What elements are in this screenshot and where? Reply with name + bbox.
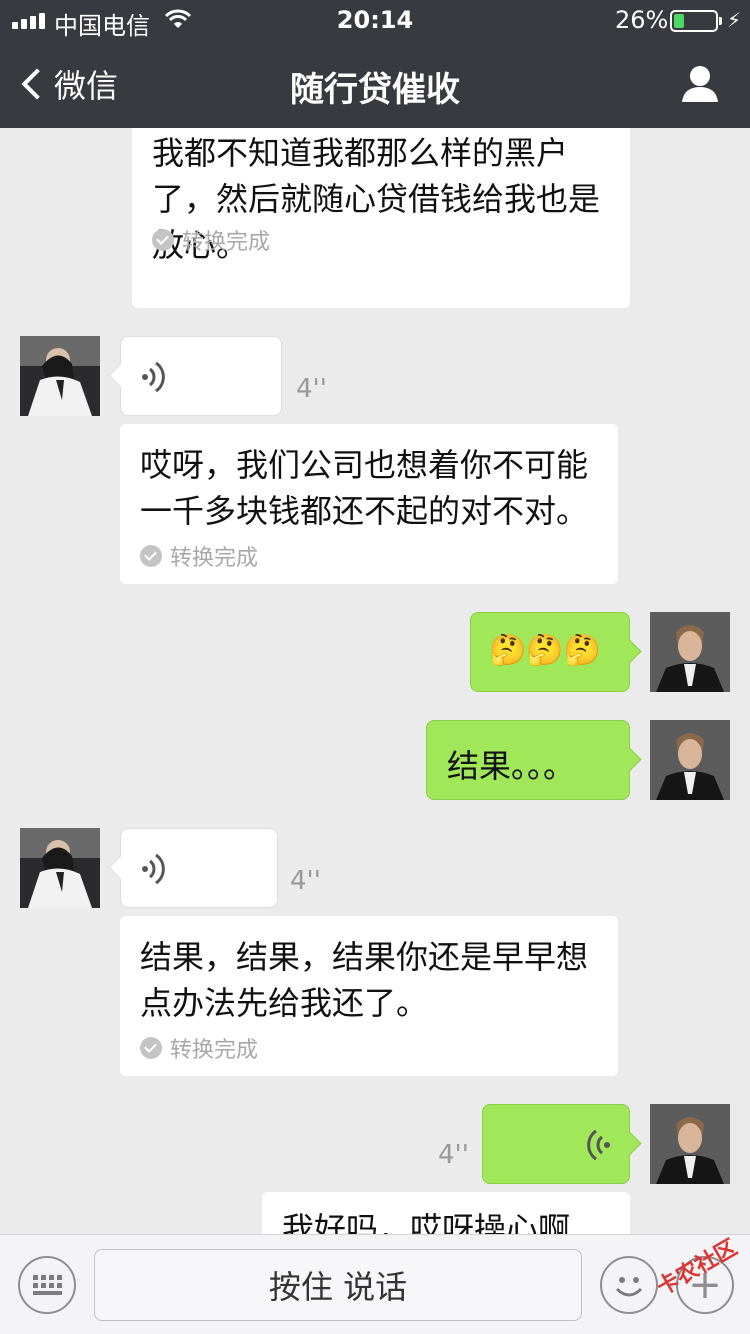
transcript-card[interactable]: 哎呀，我们公司也想着你不可能一千多块钱都还不起的对不对。 转换完成: [120, 424, 618, 584]
voice-duration: 4'': [290, 866, 321, 896]
emoji-text: 🤔🤔🤔: [489, 633, 602, 668]
person-icon: [682, 66, 718, 102]
voice-wave-icon: [139, 851, 169, 894]
transcript-card[interactable]: 我都不知道我都那么样的黑户了，然后就随心贷借钱给我也是放心。 转换完成: [132, 128, 630, 308]
voice-message[interactable]: [120, 336, 282, 416]
chevron-left-icon: [21, 68, 53, 100]
convert-status: 转换完成: [140, 1032, 258, 1064]
my-avatar[interactable]: [650, 612, 730, 692]
transcript-text: 哎呀，我们公司也想着你不可能一千多块钱都还不起的对不对。: [140, 446, 589, 530]
transcript-card[interactable]: 结果，结果，结果你还是早早想点办法先给我还了。 转换完成: [120, 916, 618, 1076]
voice-duration: 4'': [296, 374, 327, 404]
status-bar: 中国电信 20:14 26% ⚡: [0, 0, 750, 40]
check-circle-icon: [140, 1037, 162, 1059]
back-label: 微信: [54, 67, 119, 105]
voice-message[interactable]: [482, 1104, 630, 1184]
message-text: 结果。。。: [447, 747, 576, 785]
profile-button[interactable]: [680, 64, 720, 104]
convert-status: 转换完成: [140, 540, 258, 572]
my-avatar[interactable]: [650, 1104, 730, 1184]
keyboard-icon: [32, 1275, 62, 1295]
emoji-button[interactable]: [600, 1256, 658, 1314]
convert-status: 转换完成: [152, 224, 270, 256]
check-circle-icon: [152, 229, 174, 251]
emoji-message[interactable]: 🤔🤔🤔: [470, 612, 630, 692]
voice-wave-icon: [583, 1127, 613, 1170]
keyboard-button[interactable]: [18, 1256, 76, 1314]
voice-duration: 4'': [438, 1140, 469, 1170]
top-bar: 中国电信 20:14 26% ⚡ 微信 随行贷催收: [0, 0, 750, 128]
battery-icon: [670, 10, 722, 32]
transcript-card[interactable]: 我好吗，哎呀操心啊: [262, 1192, 630, 1234]
charging-icon: ⚡: [727, 8, 742, 32]
my-avatar[interactable]: [650, 720, 730, 800]
smiley-icon: [615, 1277, 643, 1297]
text-message[interactable]: 结果。。。: [426, 720, 630, 800]
input-bar: 按住 说话 +: [0, 1234, 750, 1334]
transcript-text: 我好吗，哎呀操心啊: [282, 1210, 571, 1234]
transcript-text: 结果，结果，结果你还是早早想点办法先给我还了。: [140, 938, 589, 1022]
back-button[interactable]: 微信: [18, 62, 118, 106]
chat-area[interactable]: 我都不知道我都那么样的黑户了，然后就随心贷借钱给我也是放心。 转换完成 4'' …: [0, 128, 750, 1234]
battery-percent: 26%: [615, 6, 669, 34]
hold-to-talk-button[interactable]: 按住 说话: [94, 1249, 582, 1321]
voice-message[interactable]: [120, 828, 278, 908]
contact-avatar[interactable]: [20, 336, 100, 416]
contact-avatar[interactable]: [20, 828, 100, 908]
check-circle-icon: [140, 545, 162, 567]
voice-wave-icon: [139, 359, 169, 402]
